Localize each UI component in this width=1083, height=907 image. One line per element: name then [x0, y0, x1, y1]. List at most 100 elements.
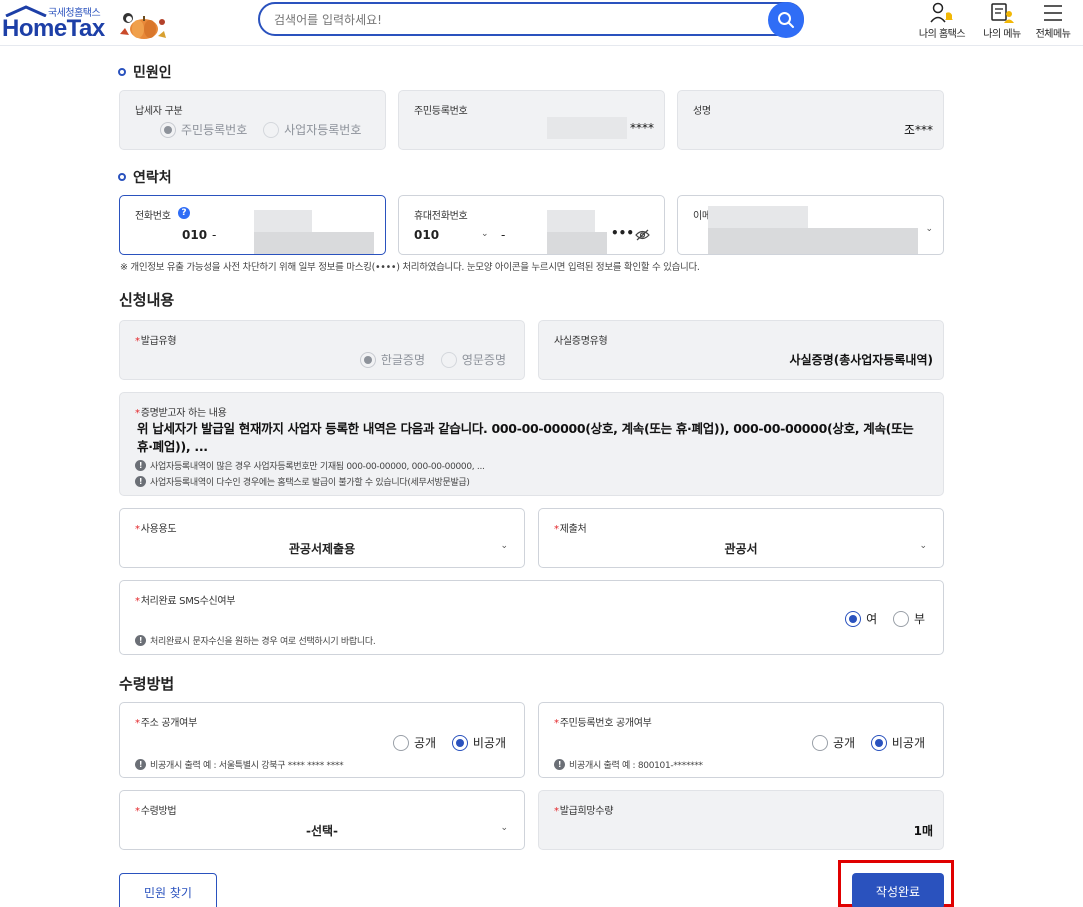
mobile-separator: -	[501, 228, 506, 242]
chevron-down-icon: ⌄	[500, 823, 508, 833]
radio-sms-yes[interactable]: 여	[845, 610, 877, 627]
rrn-value: ****	[630, 121, 654, 135]
field-label: *처리완료 SMS수신여부	[135, 596, 236, 607]
field-label: 주민등록번호	[414, 106, 468, 117]
radio-address-private[interactable]: 비공개	[451, 734, 506, 751]
hometax-logo[interactable]: 국세청홈택스 HomeTax	[2, 2, 172, 42]
mobile-prefix-select[interactable]: 010	[414, 228, 439, 242]
info-note: ! 처리완료시 문자수신을 원하는 경우 여로 선택하시기 바랍니다.	[135, 634, 376, 647]
field-label: 성명	[693, 106, 711, 117]
issue-type-field: *발급유형 한글증명 영문증명	[119, 320, 525, 380]
autumn-illustration-icon	[120, 13, 166, 39]
cert-type-field: 사실증명유형 사실증명(총사업자등록내역)	[538, 320, 944, 380]
mobile-field[interactable]: 휴대전화번호 010 ⌄ - •••	[398, 195, 665, 255]
radio-english[interactable]: 영문증명	[440, 351, 506, 368]
email-field[interactable]: 이메 ⌄	[677, 195, 944, 255]
field-label: *증명받고자 하는 내용	[135, 408, 227, 419]
radio-rrn-public[interactable]: 공개	[811, 734, 855, 751]
info-note: ! 사업자등록내역이 다수인 경우에는 홈택스로 발급이 불가할 수 있습니다(세…	[135, 475, 470, 488]
masked-block	[254, 210, 312, 232]
field-label: 납세자 구분	[135, 106, 183, 117]
search-bar	[258, 2, 804, 38]
submit-to-value: 관공서	[724, 542, 758, 556]
rrn-public-field: *주민등록번호 공개여부 공개 비공개 ! 비공개시 출력 예 : 800101-…	[538, 702, 944, 778]
cert-content-text: 위 납세자가 발급일 현재까지 사업자 등록한 내역은 다음과 같습니다. 00…	[137, 421, 914, 454]
radio-sms-no[interactable]: 부	[892, 610, 925, 627]
field-label: *주소 공개여부	[135, 718, 197, 729]
section-request-title: 신청내용	[119, 291, 175, 309]
bullet-ring-icon	[118, 173, 126, 181]
eye-off-icon[interactable]	[635, 229, 650, 241]
receipt-method-select[interactable]: *수령방법 -선택- ⌄	[119, 790, 525, 850]
name-field: 성명 조***	[677, 90, 944, 150]
field-label: 전화번호	[135, 211, 171, 222]
chevron-down-icon: ⌄	[919, 541, 927, 551]
phone-separator: -	[212, 228, 217, 242]
my-hometax-nav[interactable]: 나의 홈택스	[912, 0, 972, 44]
chevron-down-icon[interactable]: ⌄	[925, 224, 933, 234]
find-application-button[interactable]: 민원 찾기	[119, 873, 217, 907]
masked-block	[708, 206, 808, 228]
receipt-method-value: -선택-	[305, 824, 339, 838]
sms-field: *처리완료 SMS수신여부 여 부 ! 처리완료시 문자수신을 원하는 경우 여로…	[119, 580, 944, 655]
masked-block	[254, 232, 374, 254]
nav-label: 전체메뉴	[1035, 29, 1071, 40]
submit-to-select[interactable]: *제출처 관공서 ⌄	[538, 508, 944, 568]
phone-field[interactable]: 전화번호 ? 010 -	[119, 195, 386, 255]
radio-address-public[interactable]: 공개	[392, 734, 436, 751]
field-label: *수령방법	[135, 806, 177, 817]
field-label: *사용용도	[135, 524, 177, 535]
usage-select[interactable]: *사용용도 관공서제출용 ⌄	[119, 508, 525, 568]
cert-content-field: *증명받고자 하는 내용 위 납세자가 발급일 현재까지 사업자 등록한 내역은…	[119, 392, 944, 496]
rrn-field: 주민등록번호 ****	[398, 90, 665, 150]
mobile-masked-value: •••	[611, 226, 635, 240]
help-icon[interactable]: ?	[178, 207, 190, 219]
search-icon	[778, 12, 794, 28]
radio-rrn-private[interactable]: 비공개	[870, 734, 925, 751]
chevron-down-icon[interactable]: ⌄	[481, 229, 489, 239]
section-receipt-title: 수령방법	[119, 675, 175, 693]
nav-label: 나의 홈택스	[918, 29, 966, 40]
field-label: *발급유형	[135, 336, 177, 347]
hamburger-icon	[1044, 5, 1062, 21]
masked-block	[547, 117, 627, 139]
field-label: *주민등록번호 공개여부	[554, 718, 652, 729]
top-header: 국세청홈택스 HomeTax 나의 홈택스	[0, 0, 1083, 46]
issue-count-field: *발급희망수량 1매	[538, 790, 944, 850]
info-note: ! 사업자등록내역이 많은 경우 사업자등록번호만 기재됨 000-00-0000…	[135, 459, 485, 472]
name-value: 조***	[903, 123, 933, 137]
usage-value: 관공서제출용	[288, 542, 356, 556]
user-bell-icon	[930, 2, 953, 23]
info-icon: !	[135, 460, 146, 471]
search-input[interactable]	[274, 11, 764, 29]
info-icon: !	[135, 635, 146, 646]
address-public-field: *주소 공개여부 공개 비공개 ! 비공개시 출력 예 : 서울특별시 강북구 *…	[119, 702, 525, 778]
section-contact-title: 연락처	[118, 167, 172, 187]
field-label: 사실증명유형	[554, 336, 608, 347]
info-icon: !	[554, 759, 565, 770]
masked-block	[547, 210, 595, 232]
info-icon: !	[135, 759, 146, 770]
section-applicant-title: 민원인	[118, 62, 172, 82]
phone-prefix[interactable]: 010	[182, 228, 207, 242]
field-label: 휴대전화번호	[414, 211, 468, 222]
radio-brn[interactable]: 사업자등록번호	[263, 121, 361, 138]
chevron-down-icon: ⌄	[500, 541, 508, 551]
cert-type-value: 사실증명(총사업자등록내역)	[789, 353, 933, 367]
field-label: *제출처	[554, 524, 587, 535]
masking-notice: ※ 개인정보 유출 가능성을 사전 차단하기 위해 일부 정보를 마스킹(•••…	[120, 262, 700, 273]
masked-block	[708, 228, 918, 254]
menu-user-icon	[991, 3, 1014, 23]
info-note: ! 비공개시 출력 예 : 서울특별시 강북구 **** **** ****	[135, 758, 344, 771]
radio-korean[interactable]: 한글증명	[359, 351, 425, 368]
info-note: ! 비공개시 출력 예 : 800101-*******	[554, 758, 703, 771]
field-label: *발급희망수량	[554, 806, 614, 817]
radio-rrn[interactable]: 주민등록번호	[160, 121, 247, 138]
search-button[interactable]	[768, 2, 804, 38]
all-menu-nav[interactable]: 전체메뉴	[1023, 0, 1083, 44]
info-icon: !	[135, 476, 146, 487]
bullet-ring-icon	[118, 68, 126, 76]
complete-button[interactable]: 작성완료	[852, 873, 944, 907]
taxpayer-type-field: 납세자 구분 주민등록번호 사업자등록번호	[119, 90, 386, 150]
masked-block	[547, 232, 607, 254]
